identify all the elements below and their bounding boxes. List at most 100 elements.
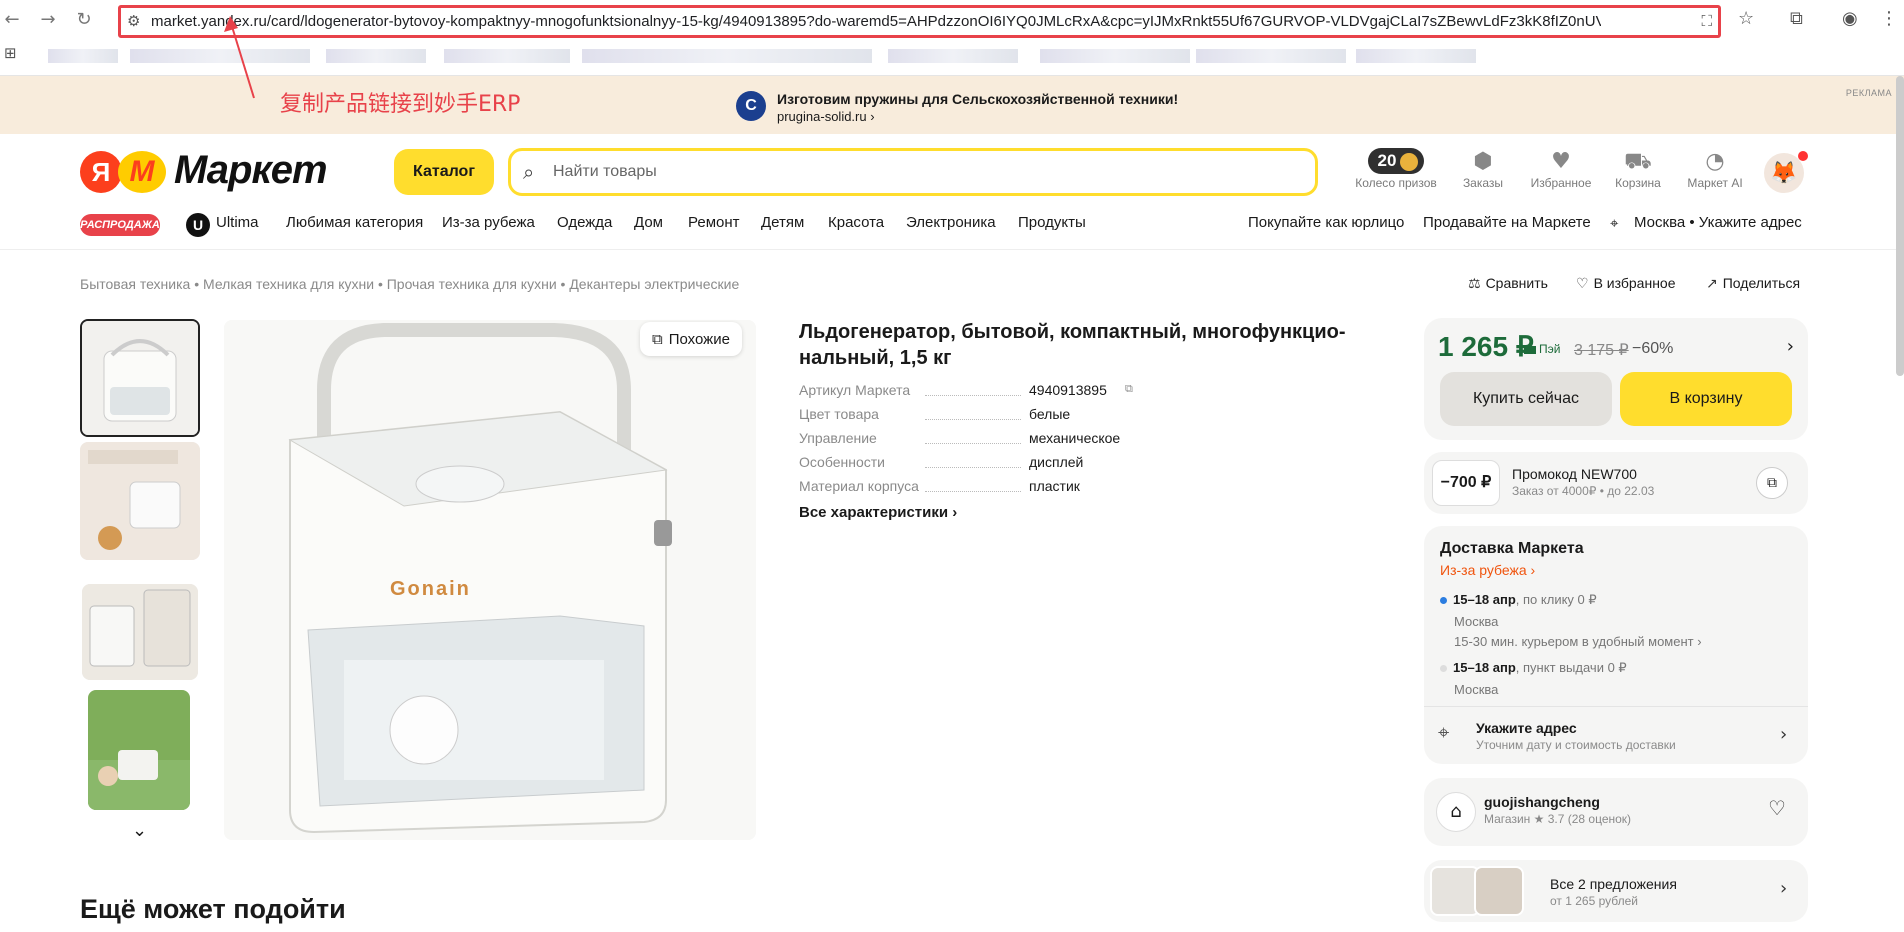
- location-pin-icon: ⌖: [1610, 214, 1619, 232]
- scrollbar[interactable]: [1896, 76, 1904, 376]
- similar-button[interactable]: ⧉ Похожие: [640, 322, 742, 356]
- orders-label: Заказы: [1462, 176, 1504, 190]
- spec-leader: [925, 491, 1021, 492]
- unselected-dot: [1440, 665, 1447, 673]
- nav-beauty[interactable]: Красота: [828, 214, 884, 231]
- spec-value: белые: [1029, 406, 1071, 422]
- shop-icon: ⌂: [1436, 792, 1476, 832]
- share-button[interactable]: ↗ Поделиться: [1706, 275, 1800, 292]
- market-ai-link[interactable]: ◔ Маркет AI: [1670, 148, 1760, 190]
- ad-link[interactable]: prugina-solid.ru ›: [777, 109, 875, 124]
- nav-business[interactable]: Покупайте как юрлицо: [1248, 214, 1404, 231]
- copy-icon[interactable]: ⧉: [1125, 382, 1133, 396]
- bookmark-item[interactable]: [326, 49, 426, 63]
- bookmark-item[interactable]: [1356, 49, 1476, 63]
- nav-kids[interactable]: Детям: [761, 214, 804, 231]
- catalog-button[interactable]: Каталог: [394, 149, 494, 195]
- opt1-note[interactable]: 15-30 мин. курьером в удобный момент ›: [1454, 634, 1702, 649]
- copy-icon[interactable]: ⧉: [1756, 467, 1788, 499]
- url-text[interactable]: market.yandex.ru/card/ldogenerator-bytov…: [151, 13, 1601, 30]
- site-settings-icon[interactable]: ⚙: [127, 12, 140, 30]
- prize-count: 20: [1377, 151, 1397, 170]
- sale-badge[interactable]: РАСПРОДАЖА: [80, 214, 160, 236]
- address-title[interactable]: Укажите адрес: [1476, 720, 1577, 736]
- nav-favorite-category[interactable]: Любимая категория: [286, 214, 423, 231]
- nav-sell[interactable]: Продавайте на Маркете: [1423, 214, 1591, 231]
- logo-text[interactable]: Маркет: [174, 148, 328, 193]
- nav-clothes[interactable]: Одежда: [557, 214, 612, 231]
- thumbnail-4[interactable]: [88, 690, 190, 810]
- chevron-right-icon[interactable]: ›: [1780, 724, 1787, 745]
- heart-outline-icon[interactable]: ♡: [1768, 796, 1786, 820]
- bookmark-item[interactable]: [444, 49, 570, 63]
- compare-button[interactable]: ⚖ Сравнить: [1468, 275, 1548, 292]
- offers-card[interactable]: Все 2 предложения от 1 265 рублей ›: [1424, 860, 1808, 922]
- offer-thumb: [1430, 866, 1480, 916]
- thumbnail-2[interactable]: [80, 442, 200, 560]
- chevron-right-icon[interactable]: ›: [1787, 336, 1794, 357]
- delivery-origin[interactable]: Из-за рубежа ›: [1440, 562, 1535, 578]
- header-divider: [0, 249, 1904, 250]
- bookmarks-bar: ⊞: [0, 44, 1904, 68]
- bookmark-star-icon[interactable]: ☆: [1738, 8, 1754, 29]
- spec-key: Артикул Маркета: [799, 382, 911, 398]
- bookmark-item[interactable]: [1196, 49, 1346, 63]
- delivery-option-1[interactable]: 15–18 апр, по клику 0 ₽: [1440, 592, 1597, 608]
- cart-label: Корзина: [1615, 176, 1661, 190]
- back-icon[interactable]: ←: [0, 8, 24, 32]
- add-to-cart-button[interactable]: В корзину: [1620, 372, 1792, 426]
- ad-tag: РЕКЛАМА: [1845, 88, 1892, 98]
- forward-icon[interactable]: →: [36, 8, 60, 32]
- extensions-icon[interactable]: ⧉: [1790, 8, 1803, 29]
- chevron-down-icon[interactable]: ⌄: [132, 820, 147, 841]
- search-box[interactable]: ⌕ Найти товары: [508, 148, 1318, 196]
- delivery-option-2[interactable]: 15–18 апр, пункт выдачи 0 ₽: [1440, 660, 1627, 676]
- bookmark-item[interactable]: [582, 49, 872, 63]
- orders-link[interactable]: ⬢ Заказы: [1438, 148, 1528, 190]
- seller-card[interactable]: ⌂ guojishangcheng Магазин ★ 3.7 (28 оцен…: [1424, 778, 1808, 846]
- browser-chrome: ← → ↻ ⚙ market.yandex.ru/card/ldogenerat…: [0, 0, 1904, 76]
- ad-title[interactable]: Изготовим пружины для Сельскохозяйственн…: [777, 91, 1178, 107]
- bookmark-item[interactable]: [1040, 49, 1190, 63]
- compare-icon: ⚖: [1468, 276, 1481, 292]
- reload-icon[interactable]: ↻: [72, 8, 96, 32]
- coin-icon: [1400, 152, 1419, 171]
- logo-ya[interactable]: Я: [80, 151, 122, 193]
- logo-m[interactable]: M: [118, 151, 166, 193]
- menu-icon[interactable]: ⋮: [1880, 8, 1898, 29]
- similar-label: Похожие: [668, 331, 730, 348]
- notification-dot: [1798, 151, 1808, 161]
- bookmark-item[interactable]: [888, 49, 1018, 63]
- thumbnail-1[interactable]: [80, 319, 200, 437]
- prize-wheel[interactable]: 20 Колесо призов: [1351, 148, 1441, 190]
- nav-electronics[interactable]: Электроника: [906, 214, 996, 231]
- breadcrumb[interactable]: Бытовая техника • Мелкая техника для кух…: [80, 276, 739, 292]
- apps-grid-icon[interactable]: ⊞: [4, 44, 17, 62]
- address-bar[interactable]: ⚙ market.yandex.ru/card/ldogenerator-byt…: [118, 5, 1721, 38]
- main-product-image[interactable]: Gonain: [224, 320, 756, 840]
- nav-ultima[interactable]: Ultima: [216, 214, 259, 231]
- price: 1 265 ₽: [1438, 331, 1534, 362]
- chevron-right-icon[interactable]: ›: [1780, 878, 1787, 899]
- seller-name[interactable]: guojishangcheng: [1484, 794, 1600, 810]
- translate-icon[interactable]: ⛶: [1701, 12, 1712, 30]
- nav-groceries[interactable]: Продукты: [1018, 214, 1086, 231]
- selected-dot: [1440, 597, 1447, 605]
- favorite-button[interactable]: ♡ В избранное: [1576, 275, 1676, 292]
- bookmark-item[interactable]: [48, 49, 118, 63]
- delivery-card: Доставка Маркета Из-за рубежа › 15–18 ап…: [1424, 526, 1808, 764]
- thumbnail-3[interactable]: [82, 584, 198, 680]
- nav-location[interactable]: Москва • Укажите адрес: [1634, 214, 1802, 231]
- ad-logo: C: [736, 91, 766, 121]
- nav-repair[interactable]: Ремонт: [688, 214, 740, 231]
- nav-home[interactable]: Дом: [634, 214, 663, 231]
- all-characteristics-link[interactable]: Все характеристики ›: [799, 504, 957, 521]
- ai-label: Маркет AI: [1687, 176, 1743, 190]
- buy-now-button[interactable]: Купить сейчас: [1440, 372, 1612, 426]
- nav-abroad[interactable]: Из-за рубежа: [442, 214, 535, 231]
- promo-card[interactable]: −700 ₽ Промокод NEW700 Заказ от 4000₽ • …: [1424, 452, 1808, 514]
- search-input[interactable]: Найти товары: [553, 163, 657, 181]
- heart-outline-icon: ♡: [1576, 276, 1589, 292]
- profile-icon[interactable]: ◉: [1842, 8, 1858, 29]
- offers-sub: от 1 265 рублей: [1550, 894, 1638, 908]
